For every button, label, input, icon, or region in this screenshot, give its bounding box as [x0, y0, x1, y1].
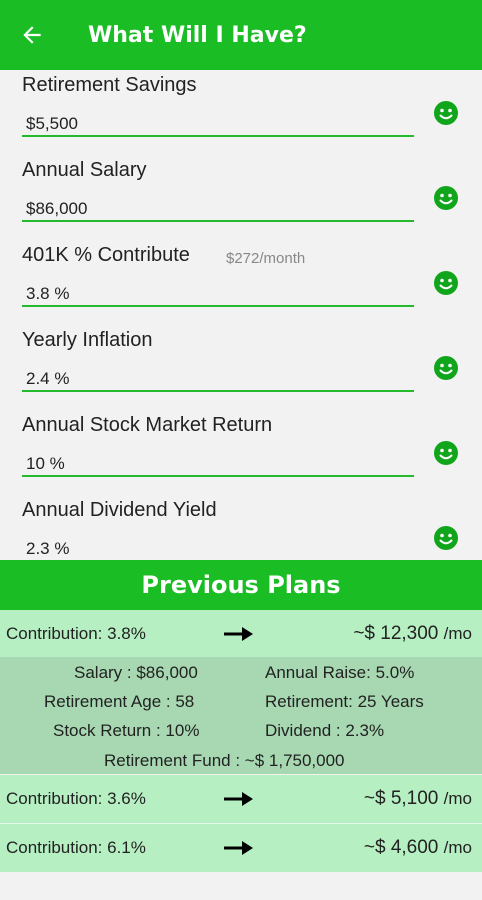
plan-details: Salary : $86,000 Annual Raise: 5.0% Reti…	[0, 657, 482, 774]
plan-result: ~$ 5,100 /mo	[363, 788, 472, 809]
retirement-savings-input[interactable]: $5,500	[26, 114, 78, 134]
field-label: Annual Stock Market Return	[22, 414, 273, 436]
stock-market-return-input[interactable]: 10 %	[26, 454, 65, 474]
detail-annual-raise: Annual Raise: 5.0%	[265, 663, 415, 682]
input-underline	[22, 475, 414, 477]
field-label: Annual Dividend Yield	[22, 499, 217, 521]
smiley-icon	[434, 356, 458, 380]
smiley-icon	[434, 441, 458, 465]
dividend-yield-input[interactable]: 2.3 %	[26, 539, 69, 559]
field-label: Annual Salary	[22, 159, 147, 181]
yearly-inflation-field: Yearly Inflation 2.4 %	[0, 325, 482, 410]
arrow-right-icon	[224, 792, 253, 806]
detail-salary: Salary : $86,000	[74, 663, 198, 682]
retirement-savings-field: Retirement Savings $5,500	[0, 70, 482, 155]
input-underline	[22, 390, 414, 392]
plan-result: ~$ 4,600 /mo	[363, 837, 472, 858]
contribute-percent-input[interactable]: 3.8 %	[26, 284, 69, 304]
arrow-right-icon	[224, 841, 253, 855]
annual-salary-field: Annual Salary $86,000	[0, 155, 482, 240]
plan-result: ~$ 12,300 /mo	[353, 623, 472, 644]
input-underline	[22, 220, 414, 222]
plan-contribution: Contribution: 3.6%	[6, 789, 146, 808]
monthly-contribution-hint: $272/month	[226, 250, 306, 267]
field-label: 401K % Contribute	[22, 244, 190, 266]
smiley-icon	[434, 271, 458, 295]
smiley-icon	[434, 186, 458, 210]
field-label: Retirement Savings	[22, 74, 197, 96]
plan-row[interactable]: Contribution: 3.8% ~$ 12,300 /mo	[0, 610, 482, 658]
annual-salary-input[interactable]: $86,000	[26, 199, 87, 219]
yearly-inflation-input[interactable]: 2.4 %	[26, 369, 69, 389]
input-underline	[22, 135, 414, 137]
plan-row[interactable]: Contribution: 3.6% ~$ 5,100 /mo	[0, 775, 482, 823]
smiley-icon	[434, 101, 458, 125]
arrow-left-icon	[23, 26, 41, 44]
plan-contribution: Contribution: 3.8%	[6, 624, 146, 643]
field-label: Yearly Inflation	[22, 329, 153, 351]
dividend-yield-field: Annual Dividend Yield 2.3 %	[0, 495, 482, 560]
detail-retirement-fund: Retirement Fund : ~$ 1,750,000	[104, 751, 345, 770]
page-title: What Will I Have?	[88, 22, 307, 48]
plan-row[interactable]: Contribution: 6.1% ~$ 4,600 /mo	[0, 824, 482, 872]
detail-retirement-years: Retirement: 25 Years	[265, 692, 424, 711]
app-bar: What Will I Have?	[0, 0, 482, 70]
detail-stock-return: Stock Return : 10%	[53, 721, 200, 740]
detail-retirement-age: Retirement Age : 58	[44, 692, 195, 711]
input-underline	[22, 305, 414, 307]
back-button[interactable]	[0, 0, 64, 70]
previous-plans-title: Previous Plans	[141, 571, 341, 599]
previous-plans-header: Previous Plans	[0, 560, 482, 610]
contribute-percent-field: 401K % Contribute $272/month 3.8 %	[0, 240, 482, 325]
input-form: Retirement Savings $5,500 Annual Salary …	[0, 70, 482, 560]
smiley-icon	[434, 526, 458, 550]
stock-market-return-field: Annual Stock Market Return 10 %	[0, 410, 482, 495]
arrow-right-icon	[224, 627, 253, 641]
plan-contribution: Contribution: 6.1%	[6, 838, 146, 857]
detail-dividend: Dividend : 2.3%	[265, 721, 385, 740]
